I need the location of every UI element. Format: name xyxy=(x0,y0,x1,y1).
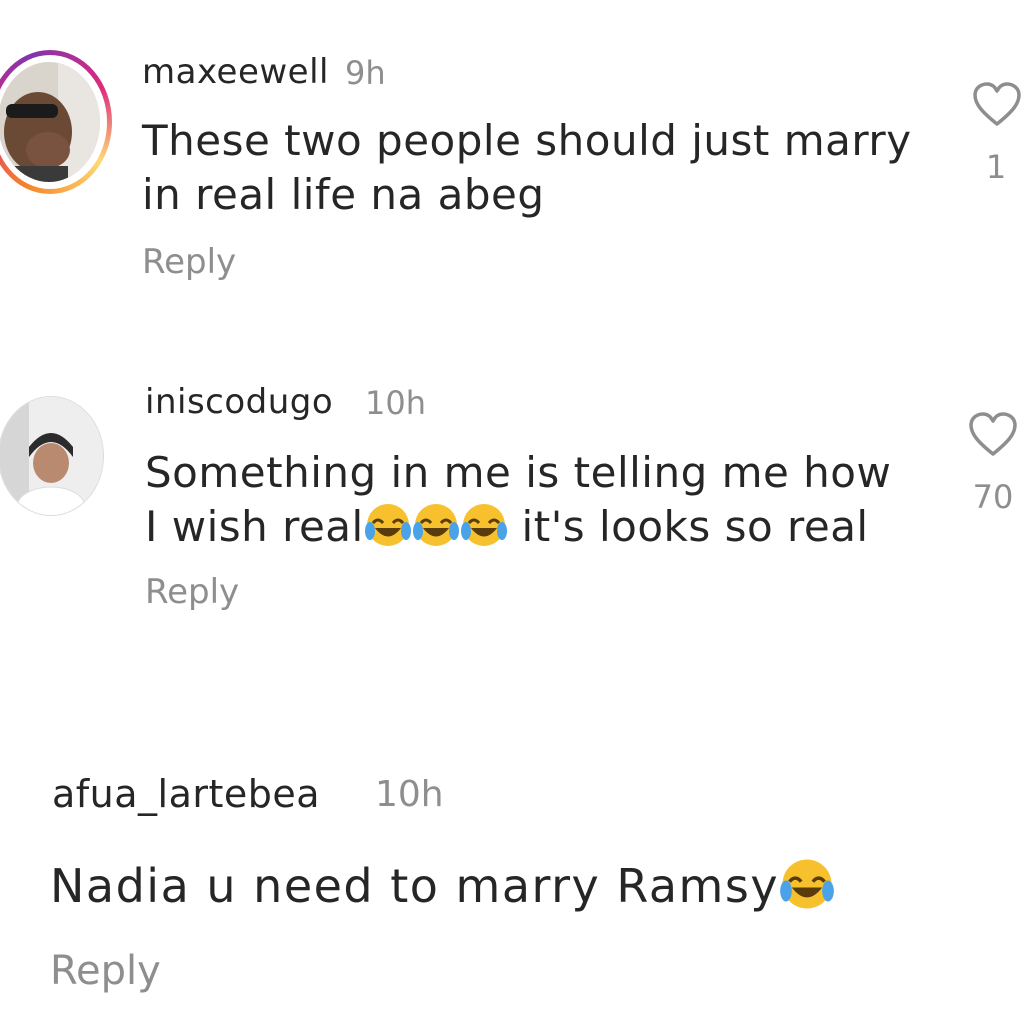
comment-timestamp: 10h xyxy=(375,774,444,815)
avatar-photo-icon xyxy=(0,397,103,515)
tears-of-joy-emoji-icon xyxy=(460,504,507,546)
comment-timestamp: 9h xyxy=(345,54,386,92)
reply-button[interactable]: Reply xyxy=(145,572,239,612)
reply-button[interactable]: Reply xyxy=(50,948,161,994)
reply-button[interactable]: Reply xyxy=(142,242,236,282)
avatar[interactable] xyxy=(0,396,104,516)
comment-timestamp: 10h xyxy=(365,384,426,422)
heart-icon[interactable] xyxy=(972,82,1022,128)
tears-of-joy-emoji-icon xyxy=(780,859,834,909)
comment-text: Nadia u need to marry Ramsy xyxy=(50,856,950,913)
comment-item: afua_lartebea 10h Nadia u need to marry … xyxy=(0,680,1024,1024)
like-count: 1 xyxy=(985,148,1007,186)
comment-username[interactable]: iniscodugo xyxy=(145,382,333,422)
avatar-photo-icon xyxy=(0,62,100,182)
comments-screen: maxeewell 9h These two people should jus… xyxy=(0,0,1024,1024)
tears-of-joy-emoji-icon xyxy=(412,504,459,546)
comment-item: maxeewell 9h These two people should jus… xyxy=(0,0,1024,330)
comment-text: Something in me is telling me how I wish… xyxy=(145,446,905,554)
comment-text: These two people should just marry in re… xyxy=(142,116,912,219)
comment-text-part: Nadia u need to marry Ramsy xyxy=(50,859,780,913)
tears-of-joy-emoji-icon xyxy=(364,504,411,546)
comment-text-part: it's looks so real xyxy=(507,502,869,551)
like-count: 70 xyxy=(972,478,1014,516)
heart-icon[interactable] xyxy=(968,412,1018,458)
comment-item: iniscodugo 10h Something in me is tellin… xyxy=(0,330,1024,680)
comment-username[interactable]: maxeewell xyxy=(142,52,329,92)
avatar[interactable] xyxy=(0,62,100,182)
comment-username[interactable]: afua_lartebea xyxy=(52,772,320,816)
